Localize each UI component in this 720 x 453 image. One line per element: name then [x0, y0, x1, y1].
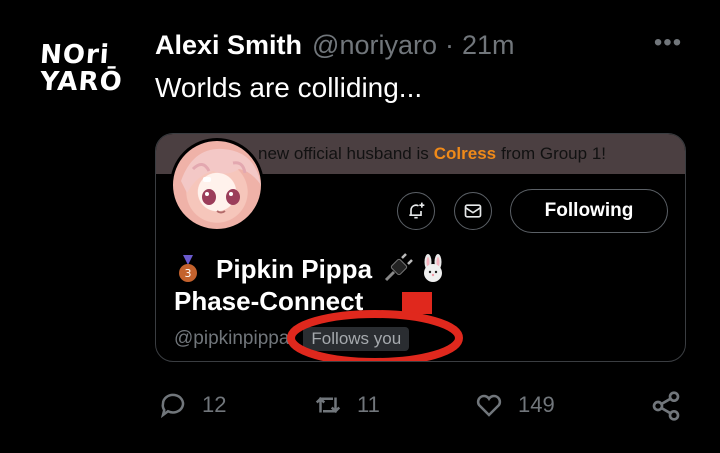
following-button[interactable]: Following	[510, 189, 668, 233]
logo-line-2: YARŌ	[38, 67, 124, 97]
profile-handle-row: @pipkinpippa Follows you	[174, 327, 410, 351]
post-text: Worlds are colliding...	[155, 72, 423, 103]
noriyaro-logo[interactable]: NOri YARŌ	[38, 40, 128, 102]
follows-you-badge: Follows you	[303, 327, 410, 351]
banner-highlight: Colress	[433, 144, 497, 163]
heart-icon	[476, 394, 502, 417]
post-time[interactable]: 21m	[462, 30, 515, 61]
banner-text-suffix: from Group 1!	[501, 144, 606, 163]
more-button[interactable]: •••	[650, 31, 686, 55]
notify-bell-button[interactable]	[397, 192, 435, 230]
profile-avatar[interactable]	[170, 138, 264, 232]
profile-display-name: Pipkin Pippa	[216, 253, 373, 284]
logo-line-1: NOri	[38, 40, 111, 70]
profile-card-image[interactable]: new official husband is Colress from Gro…	[155, 133, 686, 362]
retweet-icon	[315, 396, 341, 414]
retweet-button[interactable]: 11	[313, 390, 380, 420]
bell-plus-icon	[409, 202, 425, 219]
message-button[interactable]	[454, 192, 492, 230]
third-place-medal-icon: 3	[179, 255, 197, 282]
banner-text-prefix: new official husband is	[258, 144, 429, 163]
like-button[interactable]: 149	[474, 390, 555, 420]
retweet-count: 11	[357, 392, 380, 417]
electric-plug-icon	[384, 253, 413, 282]
rabbit-face-icon	[424, 254, 443, 282]
share-button[interactable]	[650, 390, 696, 422]
post-header: Alexi Smith @noriyaro · 21m	[155, 30, 515, 64]
more-dots-icon: •••	[653, 29, 683, 56]
share-nodes-icon	[652, 391, 680, 421]
post-actions: 12 11 149	[0, 390, 720, 430]
envelope-icon	[464, 204, 482, 218]
separator-dot: ·	[445, 30, 455, 60]
red-scribble-mark	[402, 292, 432, 314]
author-name[interactable]: Alexi Smith	[155, 30, 302, 61]
profile-name-row: 3 Pipkin Pippa	[178, 252, 448, 286]
reply-count: 12	[202, 392, 227, 417]
like-count: 149	[518, 392, 555, 417]
svg-text:3: 3	[185, 267, 192, 280]
profile-handle: @pipkinpippa	[174, 328, 290, 349]
author-handle[interactable]: @noriyaro	[312, 30, 437, 61]
profile-agency-line: Phase-Connect	[174, 286, 364, 316]
reply-button[interactable]: 12	[158, 390, 226, 420]
reply-bubble-icon	[160, 393, 185, 419]
